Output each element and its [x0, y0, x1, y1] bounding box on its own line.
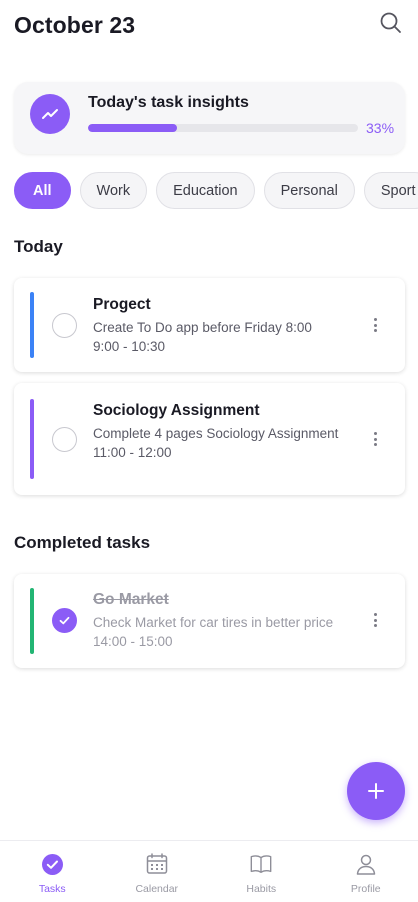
task-card-completed[interactable]: Go Market Check Market for car tires in … [14, 574, 405, 668]
more-options-icon[interactable] [369, 315, 381, 335]
task-name: Go Market [93, 591, 169, 608]
plus-icon [368, 783, 384, 799]
tab-label: Tasks [38, 883, 66, 895]
filter-chip-sport[interactable]: Sport [363, 172, 418, 209]
section-completed-heading: Completed tasks [14, 533, 151, 552]
tab-profile[interactable]: Profile [314, 841, 418, 902]
task-color-stripe [30, 588, 34, 654]
filter-chip-education[interactable]: Education [156, 172, 255, 209]
search-button[interactable] [378, 10, 404, 36]
page-title: October 23 [14, 12, 136, 38]
task-body: Sociology Assignment Complete 4 pages So… [93, 402, 359, 460]
task-name: Sociology Assignment [93, 402, 260, 419]
header: October 23 [14, 12, 404, 44]
insights-progress-fill [88, 124, 178, 132]
more-options-icon[interactable] [369, 610, 381, 630]
calendar-icon [145, 852, 169, 876]
checkmark-icon [59, 616, 70, 625]
section-today-heading: Today [14, 237, 63, 256]
filter-chip-personal[interactable]: Personal [263, 172, 355, 209]
trending-up-icon [30, 94, 70, 134]
profile-icon [354, 852, 378, 876]
tab-label: Habits [246, 883, 277, 895]
filter-chip-work[interactable]: Work [79, 172, 148, 209]
task-checkbox-checked[interactable] [52, 608, 77, 633]
task-body: Go Market Check Market for car tires in … [93, 591, 359, 649]
more-options-icon[interactable] [369, 429, 381, 449]
task-description: Check Market for car tires in better pri… [93, 615, 334, 630]
task-checkbox[interactable] [52, 427, 77, 452]
task-time: 9:00 - 10:30 [93, 339, 166, 354]
bottom-tab-bar: Tasks Calendar Habits Profile [0, 840, 418, 902]
task-color-stripe [30, 292, 34, 358]
task-time: 11:00 - 12:00 [93, 445, 172, 460]
task-description: Complete 4 pages Sociology Assignment [93, 426, 339, 441]
task-time: 14:00 - 15:00 [93, 634, 173, 649]
search-icon [380, 12, 401, 33]
tasks-check-icon [40, 852, 64, 876]
tab-label: Profile [350, 883, 381, 895]
filter-chip-all[interactable]: All [14, 172, 71, 209]
task-name: Progect [93, 296, 151, 313]
task-insights-card[interactable]: Today's task insights 33% [14, 82, 405, 154]
tab-habits[interactable]: Habits [209, 841, 314, 902]
category-filter-bar: All Work Education Personal Sport [14, 172, 418, 210]
book-icon [249, 852, 273, 876]
tab-tasks[interactable]: Tasks [0, 841, 105, 902]
task-card[interactable]: Sociology Assignment Complete 4 pages So… [14, 383, 405, 495]
task-card[interactable]: Progect Create To Do app before Friday 8… [14, 278, 405, 372]
tab-calendar[interactable]: Calendar [105, 841, 210, 902]
task-checkbox[interactable] [52, 313, 77, 338]
task-color-stripe [30, 399, 34, 479]
insights-progress-value: 33% [366, 120, 395, 136]
task-description: Create To Do app before Friday 8:00 [93, 320, 312, 335]
add-task-button[interactable] [347, 762, 405, 820]
insights-label: Today's task insights [88, 94, 249, 111]
tab-label: Calendar [135, 883, 179, 895]
insights-progress-bar [88, 124, 358, 132]
task-body: Progect Create To Do app before Friday 8… [93, 296, 359, 354]
